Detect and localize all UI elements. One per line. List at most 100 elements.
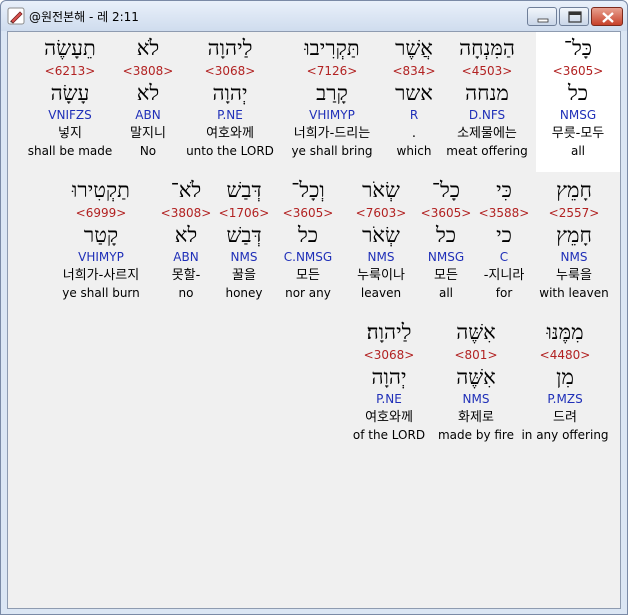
hebrew-root: מנחה — [465, 81, 509, 105]
strong-number[interactable]: <3068> — [346, 348, 432, 362]
hebrew-word: הַמִּנְחָה — [459, 36, 515, 60]
word-cell[interactable]: לֹא־ <3808> לא ABN 못할- no — [158, 178, 214, 300]
strong-number[interactable]: <2557> — [532, 206, 616, 220]
strong-number[interactable]: <3605> — [416, 206, 476, 220]
strong-number[interactable]: <834> — [384, 64, 444, 78]
english-gloss: made by fire — [437, 428, 514, 442]
strong-number[interactable]: <4480> — [520, 348, 610, 362]
word-cell[interactable]: תֵעָשֶׂה <6213> עָשָׂה VNIFZS 넣지 shall b… — [22, 36, 118, 158]
strong-number[interactable]: <3605> — [536, 64, 620, 78]
grammar-code: ABN — [135, 108, 161, 122]
hebrew-root: עָשָׂה — [50, 81, 90, 105]
hebrew-word: לֹא־ — [170, 178, 202, 202]
strong-number[interactable]: <3068> — [180, 64, 280, 78]
hebrew-root: כל — [297, 223, 319, 247]
korean-gloss: 누룩을 — [556, 268, 592, 283]
strong-number[interactable]: <7126> — [280, 64, 384, 78]
word-cell[interactable]: שְׂאֹר <7603> שְׂאֹר NMS 누룩이나 leaven — [346, 178, 416, 300]
hebrew-root: כי — [496, 223, 512, 247]
word-cell[interactable]: הַמִּנְחָה <4503> מנחה D.NFS 소제물에는 meat … — [442, 36, 532, 158]
korean-gloss: 모든 — [434, 268, 458, 283]
grammar-code: VHIMYP — [309, 108, 355, 122]
hebrew-word: וְכָל־ — [291, 178, 325, 202]
english-gloss: ye shall burn — [62, 286, 140, 300]
hebrew-root: מִן — [556, 365, 574, 389]
strong-number[interactable]: <3588> — [478, 206, 530, 220]
strong-number[interactable]: <6213> — [22, 64, 118, 78]
hebrew-root: חָמֵץ — [556, 223, 592, 247]
strong-number[interactable]: <3605> — [272, 206, 344, 220]
strong-number[interactable]: <7603> — [346, 206, 416, 220]
maximize-button[interactable] — [559, 7, 589, 26]
word-cell[interactable]: וְכָל־ <3605> כל C.NMSG 모든 nor any — [272, 178, 344, 300]
grammar-code: NMS — [560, 250, 588, 264]
english-gloss: leaven — [360, 286, 402, 300]
hebrew-word: מִמֶּנּוּ — [546, 320, 584, 344]
english-gloss: no — [178, 286, 194, 300]
hebrew-word: לֹא — [136, 36, 160, 60]
korean-gloss: 누룩이나 — [357, 268, 405, 283]
window-title: @원전본해 - 레 2:11 — [29, 10, 139, 24]
hebrew-root: אִשֶּׁה — [456, 365, 496, 389]
strong-number[interactable]: <1706> — [218, 206, 270, 220]
hebrew-word: תֵעָשֶׂה — [44, 36, 96, 60]
app-pen-icon — [7, 7, 25, 25]
word-cell[interactable]: לַיהוָה <3068> יְהוָה P.NE 여호와께 unto the… — [180, 36, 280, 158]
word-cell[interactable]: חָמֵץ <2557> חָמֵץ NMS 누룩을 with leaven — [532, 178, 616, 300]
strong-number[interactable]: <801> — [436, 348, 516, 362]
grammar-code: NMS — [462, 392, 490, 406]
word-cell[interactable]: לַיהוָה׃ <3068> יְהוָה P.NE 여호와께 of the … — [346, 320, 432, 442]
grammar-code: P.NE — [376, 392, 402, 406]
grammar-code: NMSG — [559, 108, 597, 122]
title-bar[interactable]: @원전본해 - 레 2:11 — [1, 1, 627, 31]
korean-gloss: 여호와께 — [365, 410, 413, 425]
english-gloss: all — [570, 144, 586, 158]
korean-gloss: 꿀을 — [232, 268, 256, 283]
korean-gloss: 소제물에는 — [457, 126, 517, 141]
english-gloss: all — [438, 286, 454, 300]
hebrew-word: אֲשֶׁר — [395, 36, 433, 60]
word-cell[interactable]: אֲשֶׁר <834> אשר R . which — [384, 36, 444, 158]
word-cell[interactable]: מִמֶּנּוּ <4480> מִן P.MZS 드려 in any off… — [520, 320, 610, 442]
strong-number[interactable]: <3808> — [158, 206, 214, 220]
strong-number[interactable]: <6999> — [44, 206, 158, 220]
word-cell[interactable]: כָּל־ <3605> כל NMSG 무릇-모두 all — [536, 36, 620, 158]
english-gloss: of the LORD — [352, 428, 426, 442]
hebrew-root: לא — [174, 223, 198, 247]
grammar-code: D.NFS — [468, 108, 506, 122]
word-cell[interactable]: תַקְטִירוּ <6999> קָטַר VHIMYP 너희가-사르지 y… — [44, 178, 158, 300]
hebrew-word: כָל־ — [431, 178, 461, 202]
hebrew-root: לא — [136, 81, 160, 105]
close-button[interactable] — [591, 7, 623, 26]
korean-gloss: 너희가-사르지 — [62, 268, 140, 283]
word-cell[interactable]: תַּקְרִיבוּ <7126> קָרַב VHIMYP 너희가-드리는 … — [280, 36, 384, 158]
strong-number[interactable]: <3808> — [118, 64, 178, 78]
korean-gloss: . — [411, 126, 417, 141]
verse-panel: כָּל־ <3605> כל NMSG 무릇-모두 all הַמִּנְחָ… — [7, 31, 621, 609]
hebrew-root: כל — [567, 81, 589, 105]
korean-gloss: 모든 — [296, 268, 320, 283]
word-cell[interactable]: לֹא <3808> לא ABN 말지니 No — [118, 36, 178, 158]
english-gloss: ye shall bring — [291, 144, 373, 158]
hebrew-word: דְּבַשׁ — [226, 178, 262, 202]
grammar-code: NMSG — [427, 250, 465, 264]
word-cell[interactable]: כָל־ <3605> כל NMSG 모든 all — [416, 178, 476, 300]
hebrew-word: תַקְטִירוּ — [72, 178, 130, 202]
grammar-code: P.MZS — [547, 392, 583, 406]
korean-gloss: 못할- — [171, 268, 201, 283]
word-cell[interactable]: דְּבַשׁ <1706> דְּבַשׁ NMS 꿀을 honey — [218, 178, 270, 300]
minimize-button[interactable] — [527, 7, 557, 26]
strong-number[interactable]: <4503> — [442, 64, 532, 78]
hebrew-root: אשר — [395, 81, 433, 105]
hebrew-root: כל — [435, 223, 457, 247]
word-cell[interactable]: כִּי <3588> כי C -지니라 for — [478, 178, 530, 300]
word-cell[interactable]: אִשֶּׁה <801> אִשֶּׁה NMS 화제로 made by fi… — [436, 320, 516, 442]
english-gloss: honey — [225, 286, 263, 300]
english-gloss: shall be made — [27, 144, 113, 158]
grammar-code: ABN — [173, 250, 199, 264]
hebrew-root: קָטַר — [83, 223, 119, 247]
hebrew-word: כִּי — [496, 178, 512, 202]
english-gloss: for — [495, 286, 513, 300]
hebrew-word: כָּל־ — [563, 36, 593, 60]
hebrew-word: לַיהוָה — [207, 36, 253, 60]
